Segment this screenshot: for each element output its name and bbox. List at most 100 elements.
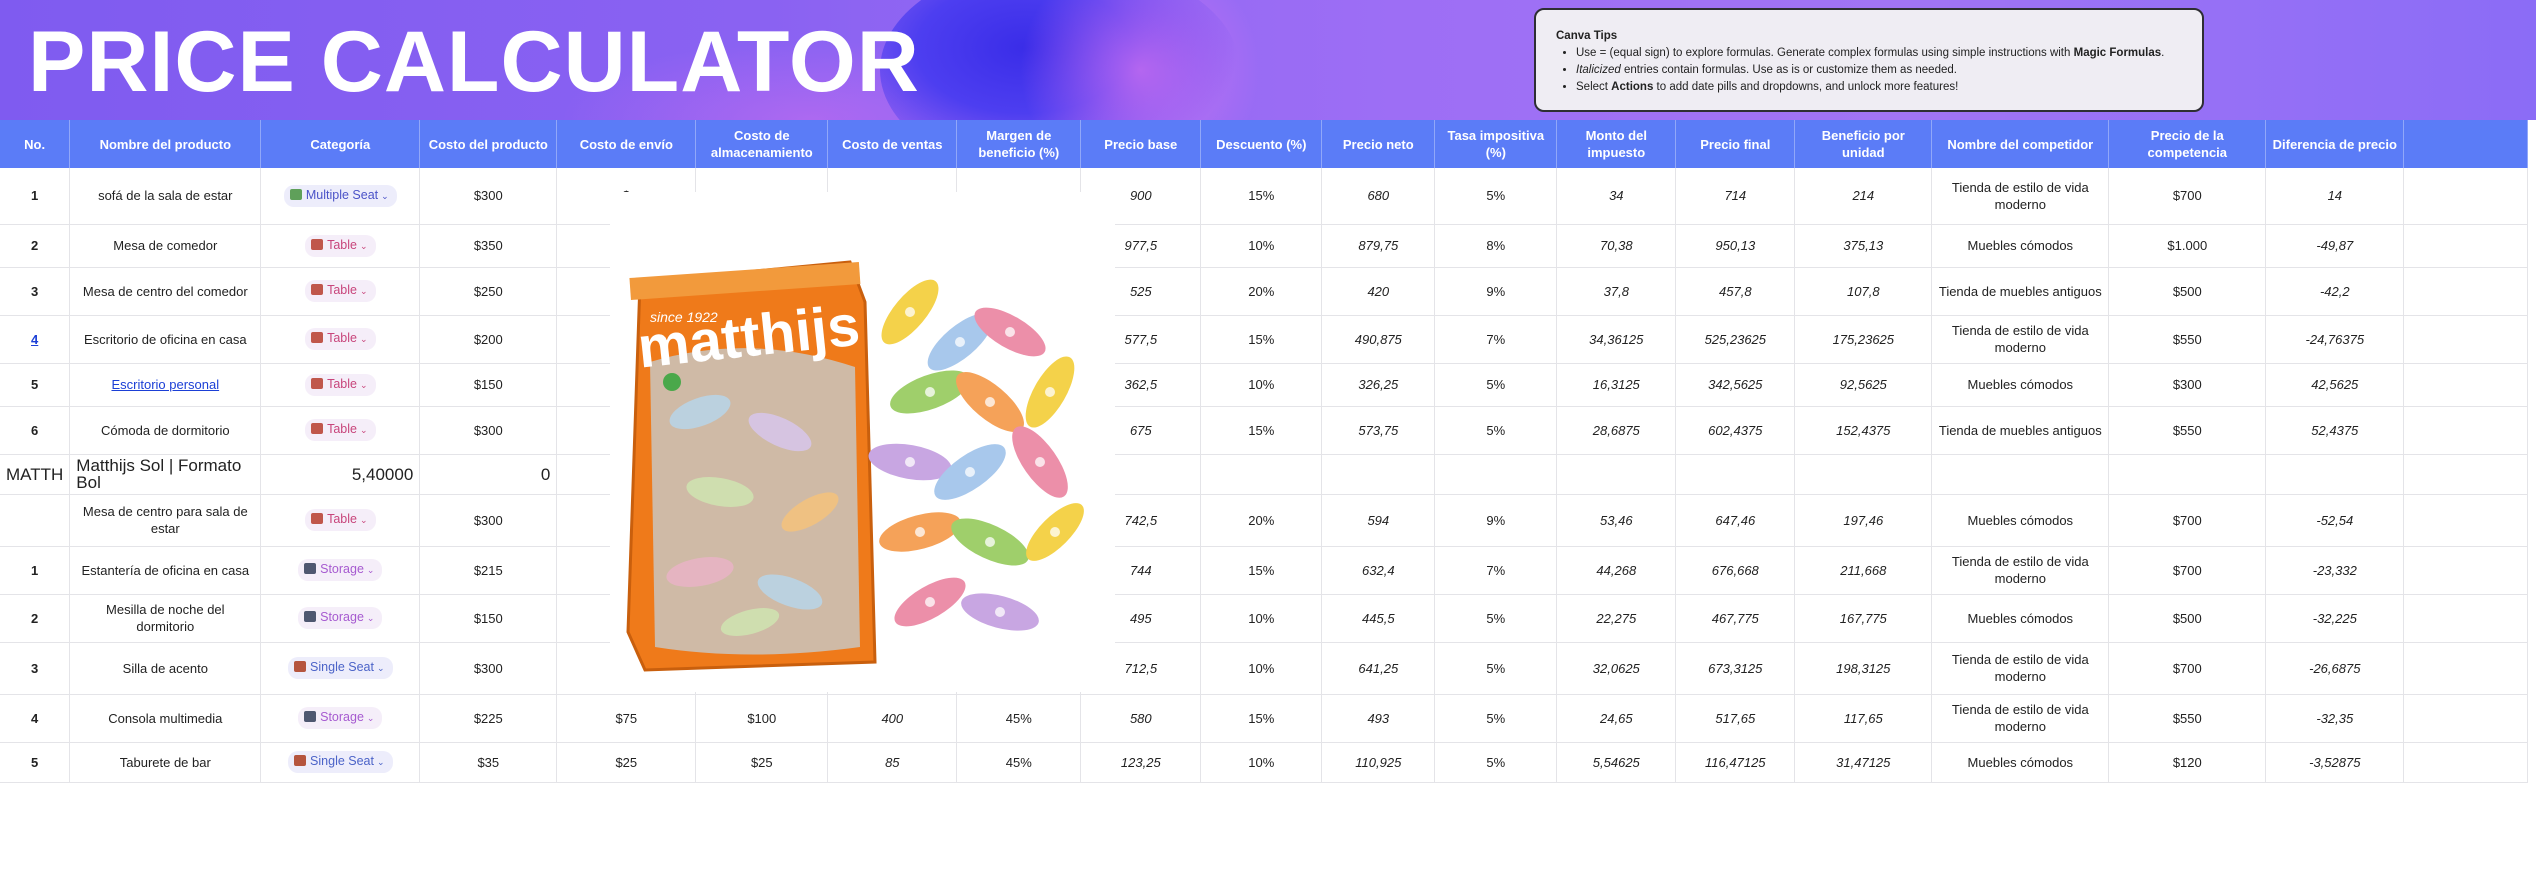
- cell-margin[interactable]: 45%: [956, 694, 1082, 743]
- cell-empty[interactable]: [1321, 454, 1436, 495]
- cell-no[interactable]: 1: [0, 168, 71, 225]
- column-header[interactable]: Precio neto: [1321, 120, 1436, 168]
- cell-empty[interactable]: [2403, 494, 2529, 547]
- column-header[interactable]: Diferencia de precio: [2265, 120, 2405, 168]
- cell-empty[interactable]: [2403, 546, 2529, 595]
- category-pill[interactable]: Table ⌄: [305, 419, 376, 441]
- cell-diff[interactable]: 14: [2265, 168, 2405, 225]
- column-header[interactable]: Tasa impositiva (%): [1434, 120, 1558, 168]
- cell-net[interactable]: 573,75: [1321, 406, 1436, 455]
- cell-empty[interactable]: [2403, 224, 2529, 268]
- cell-name[interactable]: Silla de acento: [69, 642, 262, 695]
- cell-profit[interactable]: 198,3125: [1794, 642, 1933, 695]
- cell-cost[interactable]: $215: [419, 546, 558, 595]
- cell-final[interactable]: 457,8: [1675, 267, 1796, 316]
- cell-tax[interactable]: 8%: [1434, 224, 1558, 268]
- cell-tax[interactable]: 5%: [1434, 406, 1558, 455]
- cell-empty[interactable]: [2403, 694, 2529, 743]
- cell-net[interactable]: 445,5: [1321, 594, 1436, 643]
- chevron-down-icon[interactable]: ⌄: [360, 286, 368, 296]
- cell-sales[interactable]: 85: [827, 742, 958, 783]
- cell-diff[interactable]: -42,2: [2265, 267, 2405, 316]
- cell-name[interactable]: Escritorio de oficina en casa: [69, 315, 262, 364]
- cell-comp[interactable]: Tienda de estilo de vida moderno: [1931, 694, 2110, 743]
- cell-diff[interactable]: -52,54: [2265, 494, 2405, 547]
- cell-no[interactable]: [0, 494, 71, 547]
- cell-cat[interactable]: Table ⌄: [260, 224, 421, 268]
- cell-cost[interactable]: $300: [419, 642, 558, 695]
- table-row[interactable]: 3Mesa de centro del comedorTable⌄$250$52…: [0, 267, 2529, 316]
- cell-final[interactable]: 467,775: [1675, 594, 1796, 643]
- category-pill[interactable]: Storage ⌄: [298, 607, 383, 629]
- cell-no[interactable]: 5: [0, 363, 71, 407]
- table-row[interactable]: 3Silla de acentoSingle Seat⌄$300$712,510…: [0, 642, 2529, 695]
- cell-compprice[interactable]: $700: [2108, 494, 2267, 547]
- cell-net[interactable]: 490,875: [1321, 315, 1436, 364]
- cell-comp[interactable]: Tienda de muebles antiguos: [1931, 267, 2110, 316]
- cell-taxamt[interactable]: 34: [1556, 168, 1677, 225]
- column-header[interactable]: Nombre del producto: [69, 120, 262, 168]
- cell-empty[interactable]: [2108, 454, 2267, 495]
- cell-diff[interactable]: -24,76375: [2265, 315, 2405, 364]
- cell-comp[interactable]: Muebles cómodos: [1931, 742, 2110, 783]
- cell-comp[interactable]: Muebles cómodos: [1931, 363, 2110, 407]
- column-header[interactable]: Costo de envío: [556, 120, 697, 168]
- cell-empty[interactable]: [2403, 594, 2529, 643]
- cell-disc[interactable]: 10%: [1200, 224, 1323, 268]
- cell-final[interactable]: 602,4375: [1675, 406, 1796, 455]
- cell-cat[interactable]: Table ⌄: [260, 267, 421, 316]
- cell-disc[interactable]: 10%: [1200, 742, 1323, 783]
- cell-cost[interactable]: $150: [419, 363, 558, 407]
- cell-cost[interactable]: $200: [419, 315, 558, 364]
- category-pill[interactable]: Table ⌄: [305, 234, 376, 257]
- cell-compprice[interactable]: $1.000: [2108, 224, 2267, 268]
- table-row[interactable]: 4 Consola multimedia Storage ⌄ $225 $75 $100 40…: [0, 694, 2529, 743]
- cell-empty[interactable]: [1434, 454, 1558, 495]
- cell-final[interactable]: 517,65: [1675, 694, 1796, 743]
- cell-final[interactable]: 116,47125: [1675, 742, 1796, 783]
- chevron-down-icon[interactable]: ⌄: [377, 757, 385, 767]
- cell-taxamt[interactable]: 32,0625: [1556, 642, 1677, 695]
- cell-cat[interactable]: Storage ⌄: [260, 694, 421, 743]
- cell-profit[interactable]: 167,775: [1794, 594, 1933, 643]
- cell-cat[interactable]: Table ⌄: [260, 406, 421, 455]
- cell-disc[interactable]: 10%: [1200, 642, 1323, 695]
- cell-profit[interactable]: 197,46: [1794, 494, 1933, 547]
- cell-compprice[interactable]: $120: [2108, 742, 2267, 783]
- cell-name[interactable]: Estantería de oficina en casa: [69, 546, 262, 595]
- cell-profit[interactable]: 375,13: [1794, 224, 1933, 268]
- table-row[interactable]: 2Mesa de comedorTable⌄$350$977,510%879,7…: [0, 224, 2529, 268]
- category-pill[interactable]: Table ⌄: [305, 373, 376, 396]
- column-header[interactable]: Costo de almacenamiento: [695, 120, 829, 168]
- cell-profit[interactable]: 107,8: [1794, 267, 1933, 316]
- cell-disc[interactable]: 10%: [1200, 363, 1323, 407]
- cell-no[interactable]: 4: [0, 315, 71, 364]
- chevron-down-icon[interactable]: ⌄: [360, 515, 368, 525]
- cell-cost[interactable]: $225: [419, 694, 558, 743]
- cell-empty[interactable]: [2403, 315, 2529, 364]
- cell-comp[interactable]: Tienda de muebles antiguos: [1931, 406, 2110, 455]
- cell-comp[interactable]: Tienda de estilo de vida moderno: [1931, 315, 2110, 364]
- cell-taxamt[interactable]: 44,268: [1556, 546, 1677, 595]
- column-header[interactable]: Nombre del competidor: [1931, 120, 2110, 168]
- column-header[interactable]: Precio de la competencia: [2108, 120, 2267, 168]
- column-header[interactable]: Categoría: [260, 120, 421, 168]
- table-row[interactable]: 5 Taburete de bar Single Seat ⌄ $35 $25 $25 85 4…: [0, 742, 2529, 783]
- cell-name[interactable]: Cómoda de dormitorio: [69, 406, 262, 455]
- chevron-down-icon[interactable]: ⌄: [360, 425, 368, 435]
- cell-compprice[interactable]: $500: [2108, 267, 2267, 316]
- cell-diff[interactable]: -49,87: [2265, 224, 2405, 268]
- cell-empty[interactable]: [2403, 454, 2529, 495]
- cell-taxamt[interactable]: 22,275: [1556, 594, 1677, 643]
- cell-tax[interactable]: 7%: [1434, 546, 1558, 595]
- cell-cat[interactable]: Table ⌄: [260, 315, 421, 364]
- cell-profit[interactable]: 175,23625: [1794, 315, 1933, 364]
- chevron-down-icon[interactable]: ⌄: [367, 713, 375, 723]
- cell-no[interactable]: 3: [0, 267, 71, 316]
- cell-no[interactable]: 5: [0, 742, 71, 783]
- cell-taxamt[interactable]: 53,46: [1556, 494, 1677, 547]
- cell-disc[interactable]: 15%: [1200, 168, 1323, 225]
- column-header[interactable]: Precio base: [1080, 120, 1202, 168]
- cell-taxamt[interactable]: 34,36125: [1556, 315, 1677, 364]
- column-header[interactable]: Costo del producto: [419, 120, 558, 168]
